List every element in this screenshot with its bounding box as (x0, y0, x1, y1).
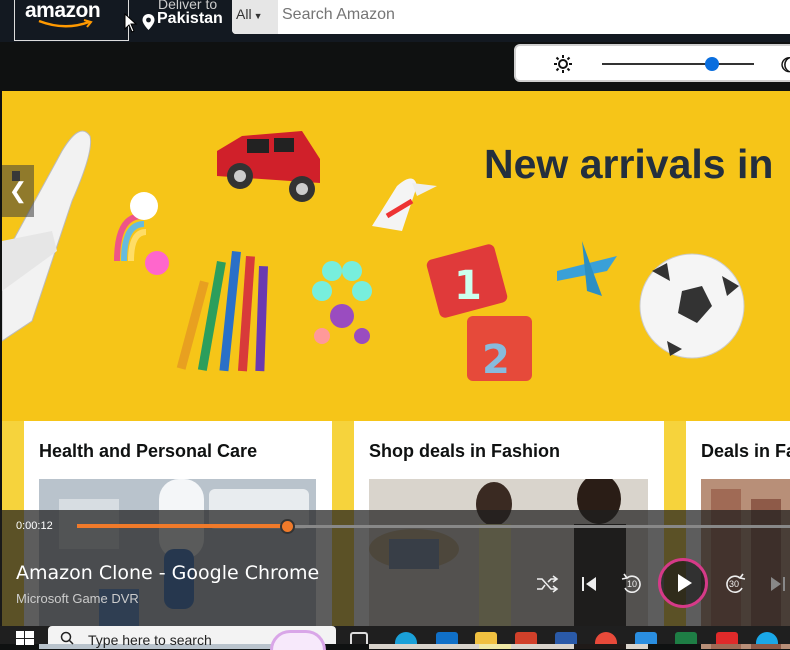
card-title: Shop deals in Fashion (369, 441, 561, 461)
powerpoint-icon[interactable] (515, 632, 537, 644)
brightness-slider-panel: ☾ (514, 44, 790, 82)
app-icon[interactable] (716, 632, 738, 644)
search-category-value: All (236, 6, 252, 22)
toy-plane-icon (557, 241, 617, 296)
deliver-country: Pakistan (157, 10, 223, 27)
soccer-ball-icon (639, 253, 745, 359)
svg-text:1: 1 (454, 263, 482, 309)
amazon-header: amazon Deliver to Pakistan All ▼ (0, 0, 790, 42)
search-highlight-icon (270, 630, 326, 650)
carousel-prev-button[interactable]: ❮ (2, 165, 34, 217)
svg-text:2: 2 (482, 337, 510, 383)
card-title: Health and Personal Care (39, 441, 258, 461)
hero-title: New arrivals in (484, 141, 774, 187)
building-toy-icon (312, 261, 372, 344)
vscode-icon[interactable] (635, 632, 657, 644)
skype-icon[interactable] (756, 632, 778, 644)
taskbar-search-text: Type here to search (88, 632, 212, 648)
location-pin-icon (142, 14, 155, 30)
toy-blocks-icon: 1 2 (426, 244, 532, 383)
hero-banner: 1 2 New arrivals in ❮ (2, 91, 790, 421)
file-explorer-icon[interactable] (475, 632, 497, 644)
brightness-knob[interactable] (705, 57, 719, 71)
rewind-10-icon[interactable]: 10 (618, 570, 646, 598)
task-view-icon[interactable] (350, 632, 368, 644)
taskbar-search[interactable]: Type here to search (48, 626, 336, 650)
previous-track-icon[interactable] (575, 570, 603, 598)
word-icon[interactable] (555, 632, 577, 644)
play-button[interactable] (658, 558, 708, 608)
search-icon (60, 631, 74, 645)
moon-icon: ☾ (780, 55, 790, 77)
shuffle-icon[interactable] (533, 570, 561, 598)
brightness-track[interactable] (602, 63, 754, 65)
chrome-icon[interactable] (595, 632, 617, 644)
forward-30-icon[interactable]: 30 (721, 570, 749, 598)
windows-start-icon[interactable] (16, 631, 34, 645)
media-subtitle: Microsoft Game DVR (16, 591, 139, 606)
next-track-icon[interactable] (764, 570, 790, 598)
rainbow-icon (114, 192, 169, 275)
mouse-cursor-icon (124, 13, 138, 33)
search-category-select[interactable]: All ▼ (232, 0, 278, 34)
media-player-overlay: 0:00:12 Amazon Clone - Google Chrome Mic… (0, 510, 790, 630)
windows-taskbar: Type here to search (0, 626, 790, 650)
brightness-icon (554, 55, 572, 73)
card-title: Deals in Fa (701, 441, 790, 461)
logo-smile-icon (38, 19, 93, 28)
rewind-label: 10 (627, 579, 638, 589)
amazon-logo[interactable]: amazon (14, 0, 129, 41)
edge-browser-icon[interactable] (395, 632, 417, 644)
deliver-to[interactable]: Deliver to Pakistan (141, 0, 231, 36)
caret-down-icon: ▼ (253, 11, 263, 21)
progress-fill (77, 524, 288, 528)
toy-rocket-icon (372, 178, 437, 231)
toy-car-icon (217, 131, 320, 202)
colored-pencils-icon (176, 251, 268, 372)
progress-knob[interactable] (280, 519, 295, 534)
media-title: Amazon Clone - Google Chrome (16, 562, 320, 584)
search-input[interactable] (280, 0, 780, 34)
mail-icon[interactable] (436, 632, 458, 644)
play-icon (678, 574, 692, 592)
forward-label: 30 (729, 579, 740, 589)
elapsed-time: 0:00:12 (16, 520, 53, 532)
search-bar: All ▼ (232, 0, 790, 34)
toy-airplane-icon (2, 130, 92, 342)
excel-icon[interactable] (675, 632, 697, 644)
